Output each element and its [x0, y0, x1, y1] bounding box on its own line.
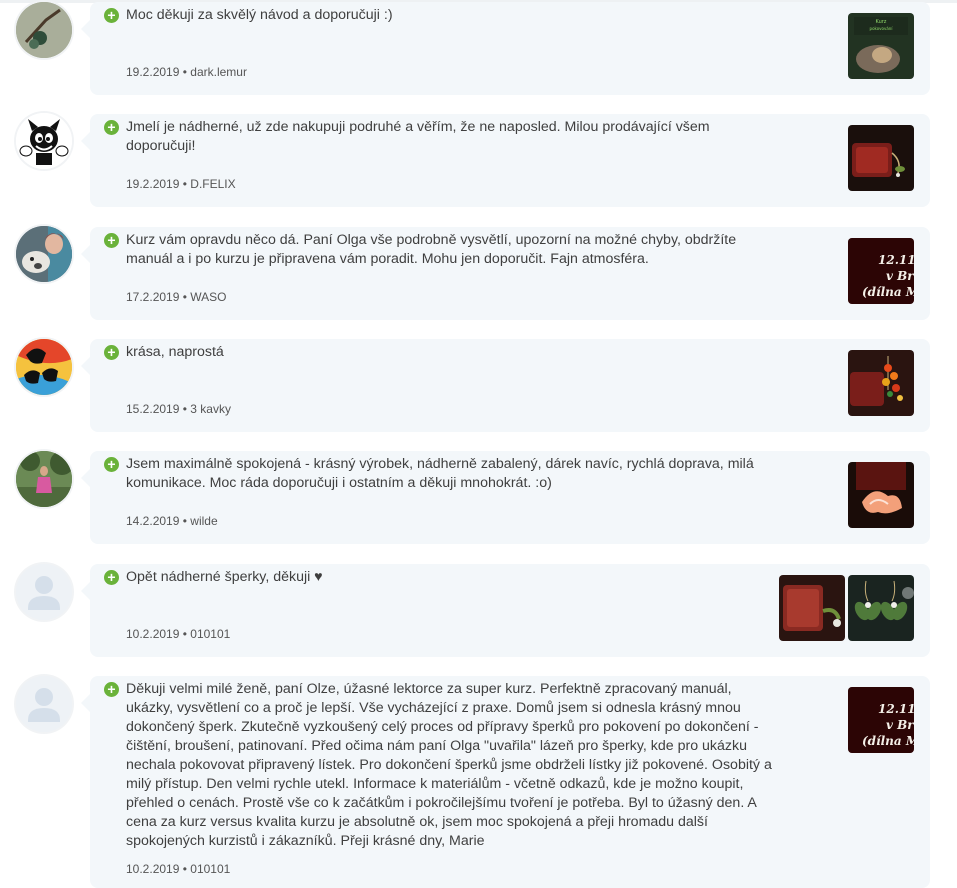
review-bubble: + Děkuji velmi milé ženě, paní Olze, úža… [81, 676, 930, 888]
positive-icon: + [104, 345, 119, 360]
thumb-text-line: (dílna Ma [862, 285, 914, 299]
review-text: krása, naprostá [126, 344, 224, 360]
avatar[interactable] [16, 564, 72, 620]
review-date: 19.2.2019 [126, 65, 180, 79]
review-text: Děkuji velmi milé ženě, paní Olze, úžasn… [126, 681, 772, 849]
meta-separator: • [182, 514, 187, 528]
thumb-text-line: (dílna Ma [862, 734, 914, 748]
review-author[interactable]: 010101 [190, 627, 230, 641]
product-thumbnail[interactable] [779, 575, 845, 641]
review-text: Moc děkuji za skvělý návod a doporučuji … [126, 7, 393, 23]
positive-icon: + [104, 682, 119, 697]
review-author[interactable]: 3 kavky [190, 402, 231, 416]
avatar[interactable] [16, 113, 72, 169]
avatar[interactable] [16, 2, 72, 58]
review-author[interactable]: 010101 [190, 862, 230, 876]
review-author[interactable]: WASO [190, 290, 226, 304]
review-author[interactable]: D.FELIX [190, 177, 235, 191]
product-thumbnail[interactable]: Kurz pokovování [848, 13, 914, 79]
review-bubble: + Jsem maximálně spokojená - krásný výro… [81, 451, 930, 544]
avatar[interactable] [16, 226, 72, 282]
product-thumbnail[interactable] [848, 462, 914, 528]
avatar[interactable] [16, 339, 72, 395]
review-meta: 10.2.2019 • 010101 [126, 862, 230, 876]
avatar[interactable] [16, 676, 72, 732]
product-thumbnail[interactable] [848, 125, 914, 191]
positive-icon: + [104, 8, 119, 23]
avatar[interactable] [16, 451, 72, 507]
review-meta: 14.2.2019 • wilde [126, 514, 218, 528]
review-text: Kurz vám opravdu něco dá. Paní Olga vše … [126, 232, 737, 267]
review-date: 10.2.2019 [126, 627, 180, 641]
review-date: 17.2.2019 [126, 290, 180, 304]
positive-icon: + [104, 233, 119, 248]
product-thumbnail[interactable] [848, 575, 914, 641]
product-thumbnail[interactable]: 12.11.2 v Brn (dílna Ma [848, 238, 914, 304]
review-date: 10.2.2019 [126, 862, 180, 876]
review-date: 19.2.2019 [126, 177, 180, 191]
meta-separator: • [182, 177, 187, 191]
review-text: Jmelí je nádherné, už zde nakupuji podru… [126, 119, 710, 154]
svg-text:Kurz: Kurz [876, 19, 887, 25]
review-bubble: + Opět nádherné šperky, děkuji ♥ 10.2.20… [81, 564, 930, 657]
review-meta: 19.2.2019 • dark.lemur [126, 65, 247, 79]
thumb-text-line: 12.11.2 [878, 253, 914, 267]
review-meta: 19.2.2019 • D.FELIX [126, 177, 236, 191]
meta-separator: • [182, 65, 187, 79]
review-bubble: + Jmelí je nádherné, už zde nakupuji pod… [81, 114, 930, 207]
review-date: 14.2.2019 [126, 514, 180, 528]
product-thumbnail[interactable] [848, 350, 914, 416]
review-meta: 17.2.2019 • WASO [126, 290, 227, 304]
review-meta: 15.2.2019 • 3 kavky [126, 402, 231, 416]
review-date: 15.2.2019 [126, 402, 180, 416]
svg-text:pokovování: pokovování [870, 26, 894, 31]
review-bubble: + krása, naprostá 15.2.2019 • 3 kavky [81, 339, 930, 432]
positive-icon: + [104, 457, 119, 472]
review-meta: 10.2.2019 • 010101 [126, 627, 230, 641]
review-author[interactable]: wilde [190, 514, 217, 528]
review-text: Opět nádherné šperky, děkuji ♥ [126, 569, 323, 585]
review-text: Jsem maximálně spokojená - krásný výrobe… [126, 456, 754, 491]
thumb-text-line: v Brn [886, 269, 914, 283]
meta-separator: • [182, 290, 187, 304]
meta-separator: • [182, 627, 187, 641]
thumb-text-line: v Brn [886, 718, 914, 732]
review-bubble: + Moc děkuji za skvělý návod a doporučuj… [81, 2, 930, 95]
positive-icon: + [104, 120, 119, 135]
thumb-text-line: 12.11.2 [878, 702, 914, 716]
product-thumbnail[interactable]: 12.11.2 v Brn (dílna Ma [848, 687, 914, 753]
meta-separator: • [182, 862, 187, 876]
review-bubble: + Kurz vám opravdu něco dá. Paní Olga vš… [81, 227, 930, 320]
positive-icon: + [104, 570, 119, 585]
meta-separator: • [182, 402, 187, 416]
review-author[interactable]: dark.lemur [190, 65, 247, 79]
